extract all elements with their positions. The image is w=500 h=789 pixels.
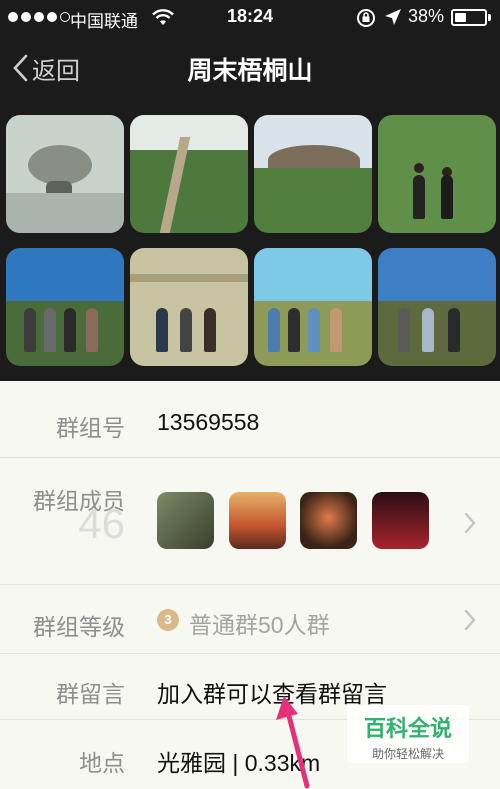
watermark-title: 百科全说 [363,716,452,741]
level-badge-icon: 3 [157,609,179,631]
photo-thumbnail[interactable] [6,248,124,366]
nav-bar: 返回 周末梧桐山 [0,36,500,100]
rotation-lock-icon [357,9,375,27]
photo-thumbnail[interactable] [378,248,496,366]
battery-tip [488,14,491,21]
photo-thumbnail[interactable] [254,248,372,366]
battery-icon [451,9,487,26]
member-avatar[interactable] [372,492,429,549]
watermark-logo: 百科全说 助你轻松解决 [347,705,469,763]
battery-percent: 38% [408,6,445,26]
photo-thumbnail[interactable] [6,115,124,233]
photo-thumbnail[interactable] [378,115,496,233]
status-bar: 中国联通 18:24 38% [0,0,500,36]
group-id-label: 群组号 [56,415,125,441]
location-arrow-icon [385,9,401,25]
level-label: 群组等级 [33,614,125,640]
member-avatar[interactable] [229,492,286,549]
level-row[interactable]: 群组等级 3 普通群50人群 [0,585,500,654]
member-avatar[interactable] [157,492,214,549]
message-label: 群留言 [56,681,125,707]
member-avatar[interactable] [300,492,357,549]
group-id-value: 13569558 [157,409,260,435]
photo-thumbnail[interactable] [130,115,248,233]
photo-thumbnail[interactable] [130,248,248,366]
watermark-subtitle: 助你轻松解决 [371,747,444,761]
member-count: 46 [78,500,125,547]
level-value: 普通群50人群 [189,612,330,638]
location-label: 地点 [79,750,125,776]
group-id-row: 群组号 13569558 [0,381,500,458]
chevron-right-icon [464,512,476,534]
annotation-arrow-icon [276,696,310,789]
chevron-right-icon [464,609,476,631]
photo-thumbnail[interactable] [254,115,372,233]
page-title: 周末梧桐山 [187,57,313,85]
members-row[interactable]: 群组成员 46 [0,458,500,585]
